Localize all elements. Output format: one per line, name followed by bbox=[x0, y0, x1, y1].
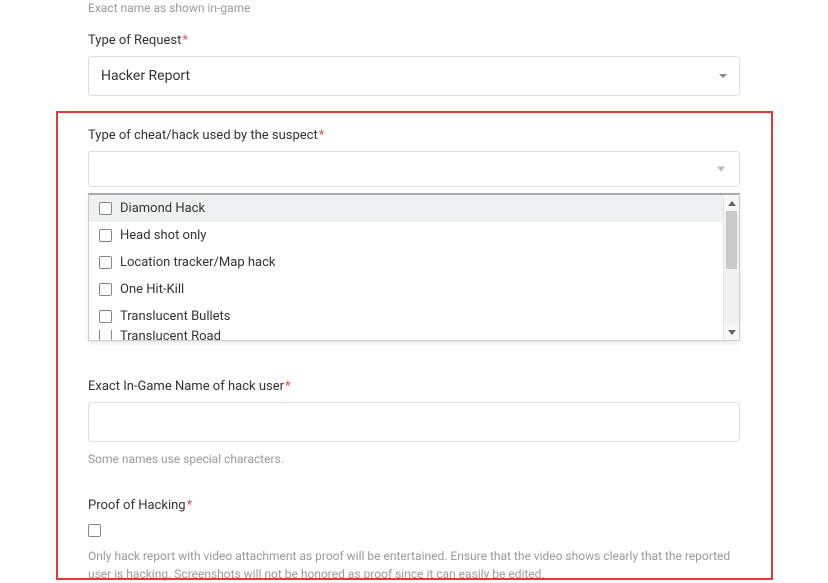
dropdown-option-location-tracker[interactable]: Location tracker/Map hack bbox=[89, 249, 723, 276]
proof-label: Proof of Hacking* bbox=[88, 498, 740, 513]
proof-section: Proof of Hacking* Only hack report with … bbox=[88, 498, 740, 583]
dropdown-option-one-hit-kill[interactable]: One Hit-Kill bbox=[89, 276, 723, 303]
option-label: One Hit-Kill bbox=[120, 282, 184, 297]
ingame-name-input[interactable] bbox=[88, 402, 740, 442]
checkbox-icon bbox=[99, 229, 112, 242]
checkbox-icon bbox=[99, 256, 112, 269]
dropdown-option-diamond-hack[interactable]: Diamond Hack bbox=[89, 195, 723, 222]
scrollbar[interactable] bbox=[723, 195, 739, 340]
dropdown-option-translucent-road[interactable]: Translucent Road bbox=[89, 330, 723, 340]
required-asterisk: * bbox=[285, 379, 291, 394]
chevron-down-icon bbox=[717, 167, 725, 172]
option-label: Location tracker/Map hack bbox=[120, 255, 276, 270]
cheat-type-select[interactable] bbox=[88, 151, 740, 187]
checkbox-icon bbox=[99, 330, 112, 340]
checkbox-icon bbox=[99, 310, 112, 323]
dropdown-option-head-shot-only[interactable]: Head shot only bbox=[89, 222, 723, 249]
ingame-name-section: Exact In-Game Name of hack user* Some na… bbox=[88, 379, 740, 466]
scroll-down-button[interactable] bbox=[724, 324, 739, 340]
triangle-down-icon bbox=[728, 330, 736, 335]
scroll-up-button[interactable] bbox=[724, 195, 739, 211]
label-text: Type of Request bbox=[88, 33, 181, 48]
cheat-type-dropdown: Diamond Hack Head shot only Location tra… bbox=[88, 193, 740, 341]
option-label: Diamond Hack bbox=[120, 201, 205, 216]
required-asterisk: * bbox=[187, 498, 193, 513]
type-of-request-section: Type of Request* Hacker Report bbox=[88, 33, 740, 96]
chevron-down-icon bbox=[719, 74, 727, 78]
dropdown-list: Diamond Hack Head shot only Location tra… bbox=[89, 195, 723, 340]
ingame-name-helper: Some names use special characters. bbox=[88, 452, 740, 466]
ingame-name-label: Exact In-Game Name of hack user* bbox=[88, 379, 740, 394]
checkbox-icon bbox=[99, 283, 112, 296]
cheat-type-label: Type of cheat/hack used by the suspect* bbox=[88, 128, 740, 143]
type-of-request-label: Type of Request* bbox=[88, 33, 740, 48]
scroll-track[interactable] bbox=[724, 211, 739, 324]
scroll-thumb[interactable] bbox=[726, 211, 737, 269]
label-text: Type of cheat/hack used by the suspect bbox=[88, 128, 318, 143]
name-helper-text: Exact name as shown in-game bbox=[88, 0, 740, 15]
label-text: Proof of Hacking bbox=[88, 498, 186, 513]
cheat-type-section: Type of cheat/hack used by the suspect* … bbox=[88, 128, 740, 341]
required-asterisk: * bbox=[182, 33, 188, 48]
checkbox-icon bbox=[99, 202, 112, 215]
option-label: Translucent Road bbox=[120, 330, 221, 340]
label-text: Exact In-Game Name of hack user bbox=[88, 379, 284, 394]
select-value: Hacker Report bbox=[101, 68, 190, 84]
proof-helper-text: Only hack report with video attachment a… bbox=[88, 547, 740, 583]
option-label: Translucent Bullets bbox=[120, 309, 231, 324]
type-of-request-select[interactable]: Hacker Report bbox=[88, 56, 740, 96]
proof-checkbox[interactable] bbox=[88, 524, 101, 537]
dropdown-option-translucent-bullets[interactable]: Translucent Bullets bbox=[89, 303, 723, 330]
option-label: Head shot only bbox=[120, 228, 206, 243]
triangle-up-icon bbox=[728, 201, 736, 206]
required-asterisk: * bbox=[319, 128, 325, 143]
